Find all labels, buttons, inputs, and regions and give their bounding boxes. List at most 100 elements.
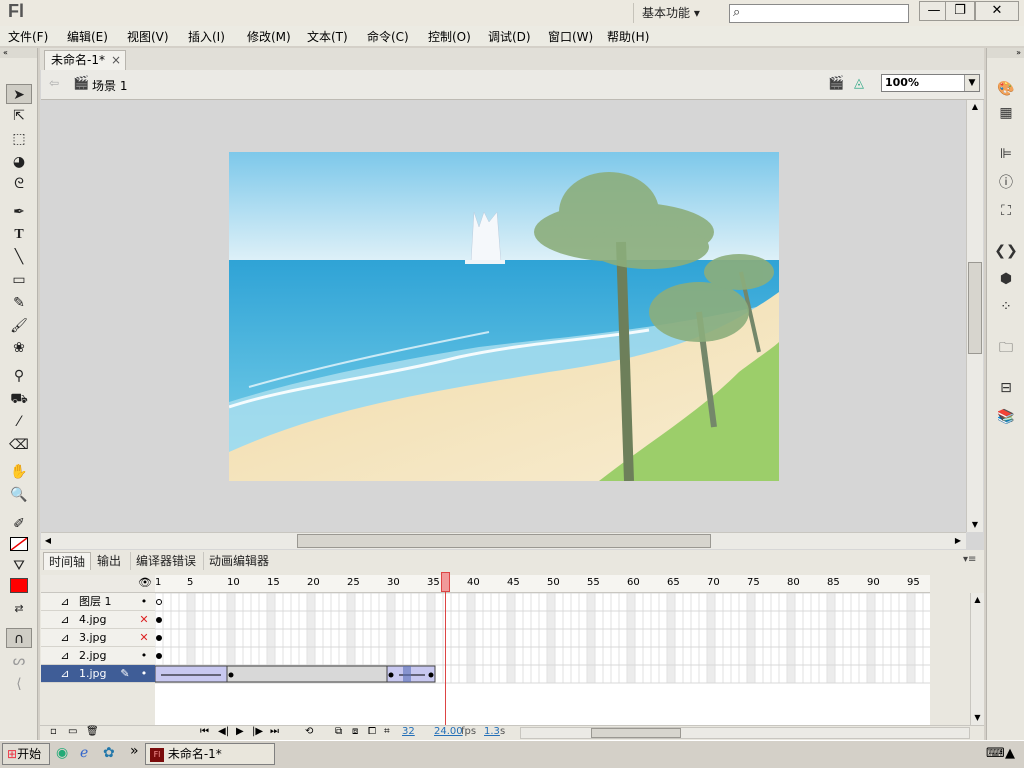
layer-visibility-toggle[interactable]: ✕ [138,611,150,629]
brush-tool-icon[interactable]: 🖌 [6,316,32,336]
new-layer-icon[interactable]: ▫ [50,726,57,737]
3d-rotation-tool-icon[interactable]: ◕ [6,152,32,172]
menu-edit[interactable]: 编辑(E) [67,28,108,45]
horizontal-scroll-thumb[interactable] [297,534,711,548]
frame-rate[interactable]: 24.00 [434,726,463,737]
library-panel-icon[interactable]: 📚 [993,406,1019,428]
layer-name[interactable]: 2.jpg [79,647,107,665]
scroll-up-icon[interactable]: ▲ [971,593,984,606]
menu-commands[interactable]: 命令(C) [367,28,409,45]
delete-layer-icon[interactable]: 🗑 [86,726,99,737]
chevron-down-icon[interactable]: ▼ [964,75,979,91]
pen-tool-icon[interactable]: ✒ [6,202,32,222]
edit-symbols-icon[interactable]: ◬ [854,76,864,91]
close-button[interactable]: ✕ [975,1,1019,21]
line-tool-icon[interactable]: ╲ [6,247,32,267]
settings-app-icon[interactable]: ✿ [103,745,115,761]
menu-insert[interactable]: 插入(I) [188,28,225,45]
keyboard-icon[interactable]: ⌨ [986,746,1005,761]
free-transform-tool-icon[interactable]: ⬚ [6,129,32,149]
edit-multiple-icon[interactable]: ⧠ [368,726,376,737]
fill-color-icon[interactable]: ⛛ [6,556,32,576]
frame-ruler[interactable]: 1 5 10 15 20 25 30 35 40 45 50 55 60 65 70 75 80 85 90 95 [155,575,930,593]
menu-file[interactable]: 文件(F) [8,28,48,45]
first-frame-icon[interactable]: ⏮ [200,726,209,737]
layer-visibility-toggle[interactable]: ✕ [138,629,150,647]
selection-tool-icon[interactable]: ➤ [6,84,32,104]
eyedropper-tool-icon[interactable]: ⁄ [6,412,32,432]
menu-modify[interactable]: 修改(M) [247,28,291,45]
snap-magnet-icon[interactable]: ∩ [6,628,32,648]
playhead-handle[interactable] [441,572,450,592]
expand-icon[interactable]: » [987,48,1024,58]
scroll-right-icon[interactable]: ▶ [951,534,965,548]
menu-window[interactable]: 窗口(W) [548,28,593,45]
vertical-scroll-thumb[interactable] [968,262,982,354]
layer-visibility-toggle[interactable]: • [138,665,150,683]
vertical-scrollbar[interactable]: ▲ ▼ [966,100,983,532]
motion-presets-icon[interactable]: ⁘ [993,296,1019,318]
eye-icon[interactable]: 👁 [138,576,152,589]
timeline-scroll-thumb[interactable] [591,728,681,738]
zoom-tool-icon[interactable]: 🔍 [6,485,32,505]
swatches-panel-icon[interactable]: ▦ [993,102,1019,124]
horizontal-scrollbar[interactable]: ◀ ▶ [41,532,966,549]
menu-debug[interactable]: 调试(D) [488,28,531,45]
properties-panel-icon[interactable]: ⊟ [993,377,1019,399]
deco-tool-icon[interactable]: ❀ [6,338,32,358]
rectangle-tool-icon[interactable]: ▭ [6,270,32,290]
zoom-select[interactable]: 100% ▼ [881,74,980,92]
tab-timeline[interactable]: 时间轴 [43,552,92,570]
smooth-icon[interactable]: ᔕ [6,651,32,671]
onion-skin-icon[interactable]: ⧉ [335,726,342,737]
restore-button[interactable]: ❐ [945,1,975,21]
edit-scene-icon[interactable]: 🎬 [828,76,844,91]
transform-panel-icon[interactable]: ⛶ [993,200,1019,222]
pencil-tool-icon[interactable]: ✎ [6,293,32,313]
back-arrow-icon[interactable]: ⇦ [49,76,59,90]
info-panel-icon[interactable]: ⓘ [993,172,1019,194]
subselection-tool-icon[interactable]: ⇱ [6,106,32,126]
play-icon[interactable]: ▶ [236,726,244,737]
ie-icon[interactable]: ℯ [80,745,88,761]
code-snippets-icon[interactable]: ❮❯ [993,240,1019,262]
layer-visibility-toggle[interactable]: • [138,593,150,611]
paint-bucket-tool-icon[interactable]: ⛟ [6,389,32,409]
bone-tool-icon[interactable]: ⚲ [6,366,32,386]
scroll-left-icon[interactable]: ◀ [41,534,55,548]
document-tab[interactable]: 未命名-1* × [44,50,126,70]
layer-name[interactable]: 4.jpg [79,611,107,629]
timeline-horizontal-scrollbar[interactable] [520,727,970,739]
straighten-icon[interactable]: ⟨ [6,674,32,694]
loop-icon[interactable]: ⟲ [305,726,313,737]
menu-control[interactable]: 控制(O) [428,28,471,45]
search-input[interactable]: ⌕ [729,4,909,23]
components-panel-icon[interactable]: ⬢ [993,268,1019,290]
hand-tool-icon[interactable]: ✋ [6,462,32,482]
workspace-switcher[interactable]: 基本功能 ▾ [633,3,713,23]
scroll-down-icon[interactable]: ▼ [971,711,984,724]
stage[interactable] [229,152,779,481]
tab-compiler-errors[interactable]: 编译器错误 [130,552,201,570]
notification-icon[interactable]: ▲ [1005,746,1015,761]
taskbar-flash-button[interactable]: Fl 未命名-1* [145,743,275,765]
layer-name[interactable]: 图层 1 [79,593,112,611]
frame-grid[interactable] [155,593,930,725]
stroke-color-icon[interactable]: ✐ [6,514,32,534]
chrome-icon[interactable]: ◉ [56,745,68,761]
menu-view[interactable]: 视图(V) [127,28,169,45]
tab-output[interactable]: 输出 [92,552,126,570]
chevron-right-icon[interactable]: » [130,743,139,759]
menu-text[interactable]: 文本(T) [307,28,348,45]
onion-markers-icon[interactable]: ⌗ [384,726,390,737]
new-folder-icon[interactable]: ▭ [68,726,77,737]
color-panel-icon[interactable]: 🎨 [993,78,1019,100]
layer-name[interactable]: 1.jpg [79,665,107,683]
align-panel-icon[interactable]: ⊫ [993,143,1019,165]
timeline-vertical-scrollbar[interactable]: ▲ ▼ [970,593,984,725]
close-icon[interactable]: × [111,51,121,69]
project-panel-icon[interactable]: 🗀 [993,337,1019,359]
stroke-color-swatch[interactable] [10,537,28,551]
tab-motion-editor[interactable]: 动画编辑器 [203,552,274,570]
last-frame-icon[interactable]: ⏭ [270,726,279,737]
